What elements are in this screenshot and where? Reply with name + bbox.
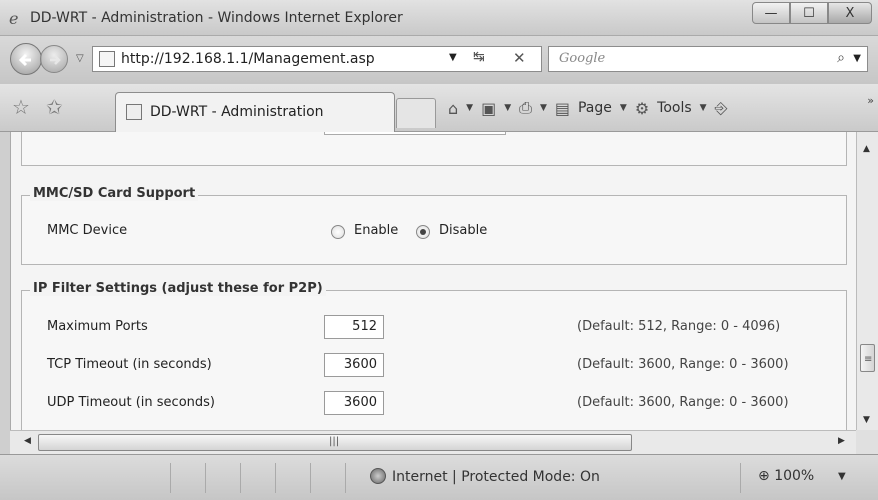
minimize-button[interactable]: — <box>752 2 790 24</box>
maximum-ports-hint: (Default: 512, Range: 0 - 4096) <box>577 319 781 334</box>
scroll-up-icon[interactable]: ▲ <box>863 144 870 154</box>
mmc-enable-radio[interactable] <box>331 225 345 239</box>
status-divider <box>240 463 241 493</box>
add-favorites-icon[interactable]: ✩ <box>46 95 63 119</box>
page-menu-button[interactable]: Page <box>578 100 612 116</box>
status-bar: Internet | Protected Mode: On ⊕ 100% ▼ <box>0 454 878 500</box>
ip-filter-fieldset: IP Filter Settings (adjust these for P2P… <box>21 281 847 430</box>
favorites-star-icon[interactable]: ☆ <box>12 95 30 119</box>
udp-timeout-hint: (Default: 3600, Range: 0 - 3600) <box>577 395 789 410</box>
scroll-left-icon[interactable]: ◀ <box>24 436 31 446</box>
status-divider <box>345 463 346 493</box>
page-menu-icon: ▤ <box>554 98 570 118</box>
status-divider <box>275 463 276 493</box>
home-icon[interactable]: ⌂ <box>448 99 458 118</box>
ip-filter-legend: IP Filter Settings (adjust these for P2P… <box>30 281 326 296</box>
recent-pages-dropdown-icon[interactable]: ▽ <box>76 53 84 64</box>
command-bar: ☆ ✩ DD-WRT - Administration ⌂ ▼ ▣ ▼ ⎙ ▼ ▤ P… <box>0 84 878 132</box>
home-dropdown-icon[interactable]: ▼ <box>466 103 473 113</box>
window-controls: — ☐ X <box>752 2 872 24</box>
cut-off-input[interactable] <box>324 132 506 135</box>
status-divider <box>170 463 171 493</box>
search-input[interactable]: Google ⌕ ▼ <box>548 46 868 72</box>
mmc-fieldset: MMC/SD Card Support MMC Device Enable Di… <box>21 186 847 265</box>
tab-dd-wrt-administration[interactable]: DD-WRT - Administration <box>115 92 395 132</box>
print-dropdown-icon[interactable]: ▼ <box>540 103 547 113</box>
tab-label: DD-WRT - Administration <box>150 104 324 120</box>
navigation-bar: ▽ http://192.168.1.1/Management.asp ▼ ↹ … <box>0 36 878 84</box>
forward-button[interactable] <box>40 45 68 73</box>
maximum-ports-label: Maximum Ports <box>47 319 148 334</box>
ie-logo-icon: e <box>9 9 18 27</box>
address-dropdown-icon[interactable]: ▼ <box>449 52 457 63</box>
chevron-more-icon[interactable]: » <box>867 94 874 107</box>
grip-icon: ≡ <box>864 354 873 365</box>
vertical-scrollbar[interactable]: ▲ ≡ ▼ <box>856 132 878 430</box>
forward-arrow-icon <box>50 55 61 65</box>
zoom-dropdown-icon[interactable]: ▼ <box>838 471 846 482</box>
mmc-legend: MMC/SD Card Support <box>30 186 199 201</box>
title-bar: e DD-WRT - Administration - Windows Inte… <box>0 0 878 36</box>
window-title: DD-WRT - Administration - Windows Intern… <box>30 10 403 26</box>
back-button[interactable] <box>10 43 42 75</box>
horizontal-scroll-thumb[interactable]: ||| <box>38 434 632 451</box>
tcp-timeout-hint: (Default: 3600, Range: 0 - 3600) <box>577 357 789 372</box>
back-arrow-icon <box>18 53 31 67</box>
maximum-ports-input[interactable]: 512 <box>324 315 384 339</box>
udp-timeout-input[interactable]: 3600 <box>324 391 384 415</box>
vertical-scroll-thumb[interactable]: ≡ <box>860 344 875 372</box>
status-divider <box>310 463 311 493</box>
mmc-disable-radio[interactable] <box>416 225 430 239</box>
address-field[interactable]: http://192.168.1.1/Management.asp ▼ ↹ ✕ <box>92 46 542 72</box>
print-icon[interactable]: ⎙ <box>519 98 532 118</box>
feeds-icon[interactable]: ▣ <box>481 99 496 118</box>
zoom-text: 100% <box>774 468 815 484</box>
svg-text:e: e <box>9 9 18 27</box>
globe-icon <box>370 468 386 484</box>
tcp-timeout-input[interactable]: 3600 <box>324 353 384 377</box>
search-icon[interactable]: ⌕ <box>837 50 845 66</box>
tools-menu-button[interactable]: Tools <box>657 100 692 116</box>
research-icon[interactable]: ⎆ <box>715 98 728 118</box>
zone-text: Internet | Protected Mode: On <box>392 469 600 485</box>
zoom-level[interactable]: ⊕ 100% <box>758 468 814 484</box>
grip-icon: ||| <box>329 436 340 447</box>
horizontal-scrollbar[interactable]: ◀ ||| ▶ <box>10 430 856 454</box>
new-tab-button[interactable] <box>396 98 436 128</box>
mmc-enable-label: Enable <box>354 223 399 238</box>
search-placeholder: Google <box>559 51 606 66</box>
page-icon <box>99 51 115 67</box>
page-dropdown-icon[interactable]: ▼ <box>620 103 627 113</box>
mmc-disable-label: Disable <box>439 223 488 238</box>
zoom-magnifier-icon: ⊕ <box>758 468 770 484</box>
previous-section-fieldset <box>21 132 847 166</box>
mmc-device-label: MMC Device <box>47 223 128 238</box>
page-content: MMC/SD Card Support MMC Device Enable Di… <box>10 132 856 430</box>
refresh-icon[interactable]: ↹ <box>473 49 485 65</box>
stop-icon[interactable]: ✕ <box>513 49 526 67</box>
maximize-button[interactable]: ☐ <box>790 2 828 24</box>
tools-dropdown-icon[interactable]: ▼ <box>700 103 707 113</box>
command-buttons: ⌂ ▼ ▣ ▼ ⎙ ▼ ▤ Page ▼ ⚙ Tools ▼ ⎆ <box>448 98 727 118</box>
tcp-timeout-label: TCP Timeout (in seconds) <box>47 357 212 372</box>
status-divider <box>205 463 206 493</box>
status-divider <box>740 463 741 493</box>
tab-page-icon <box>126 104 142 120</box>
close-button[interactable]: X <box>828 2 872 24</box>
scroll-right-icon[interactable]: ▶ <box>838 436 845 446</box>
tools-gear-icon: ⚙ <box>634 98 650 118</box>
feeds-dropdown-icon[interactable]: ▼ <box>504 103 511 113</box>
search-dropdown-icon[interactable]: ▼ <box>853 53 861 64</box>
udp-timeout-label: UDP Timeout (in seconds) <box>47 395 215 410</box>
security-zone[interactable]: Internet | Protected Mode: On <box>370 468 600 485</box>
scroll-down-icon[interactable]: ▼ <box>863 415 870 425</box>
url-text[interactable]: http://192.168.1.1/Management.asp <box>121 51 375 67</box>
scroll-corner <box>856 430 878 454</box>
